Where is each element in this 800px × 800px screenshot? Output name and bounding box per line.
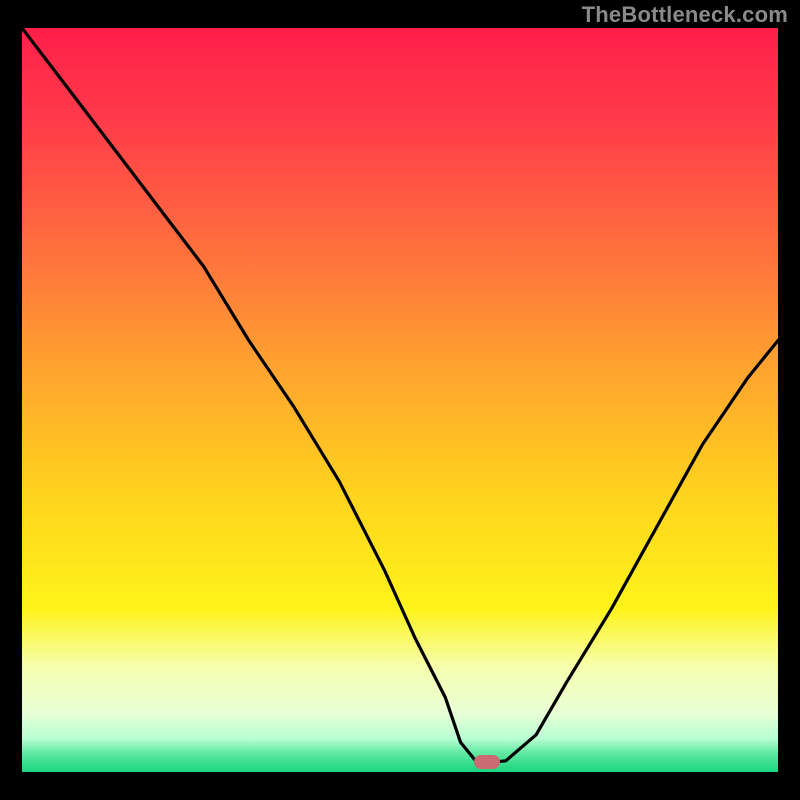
bottleneck-curve [22, 28, 778, 772]
plot-area [22, 28, 778, 772]
chart-container: TheBottleneck.com [0, 0, 800, 800]
optimal-marker [474, 755, 500, 769]
watermark-text: TheBottleneck.com [582, 2, 788, 28]
